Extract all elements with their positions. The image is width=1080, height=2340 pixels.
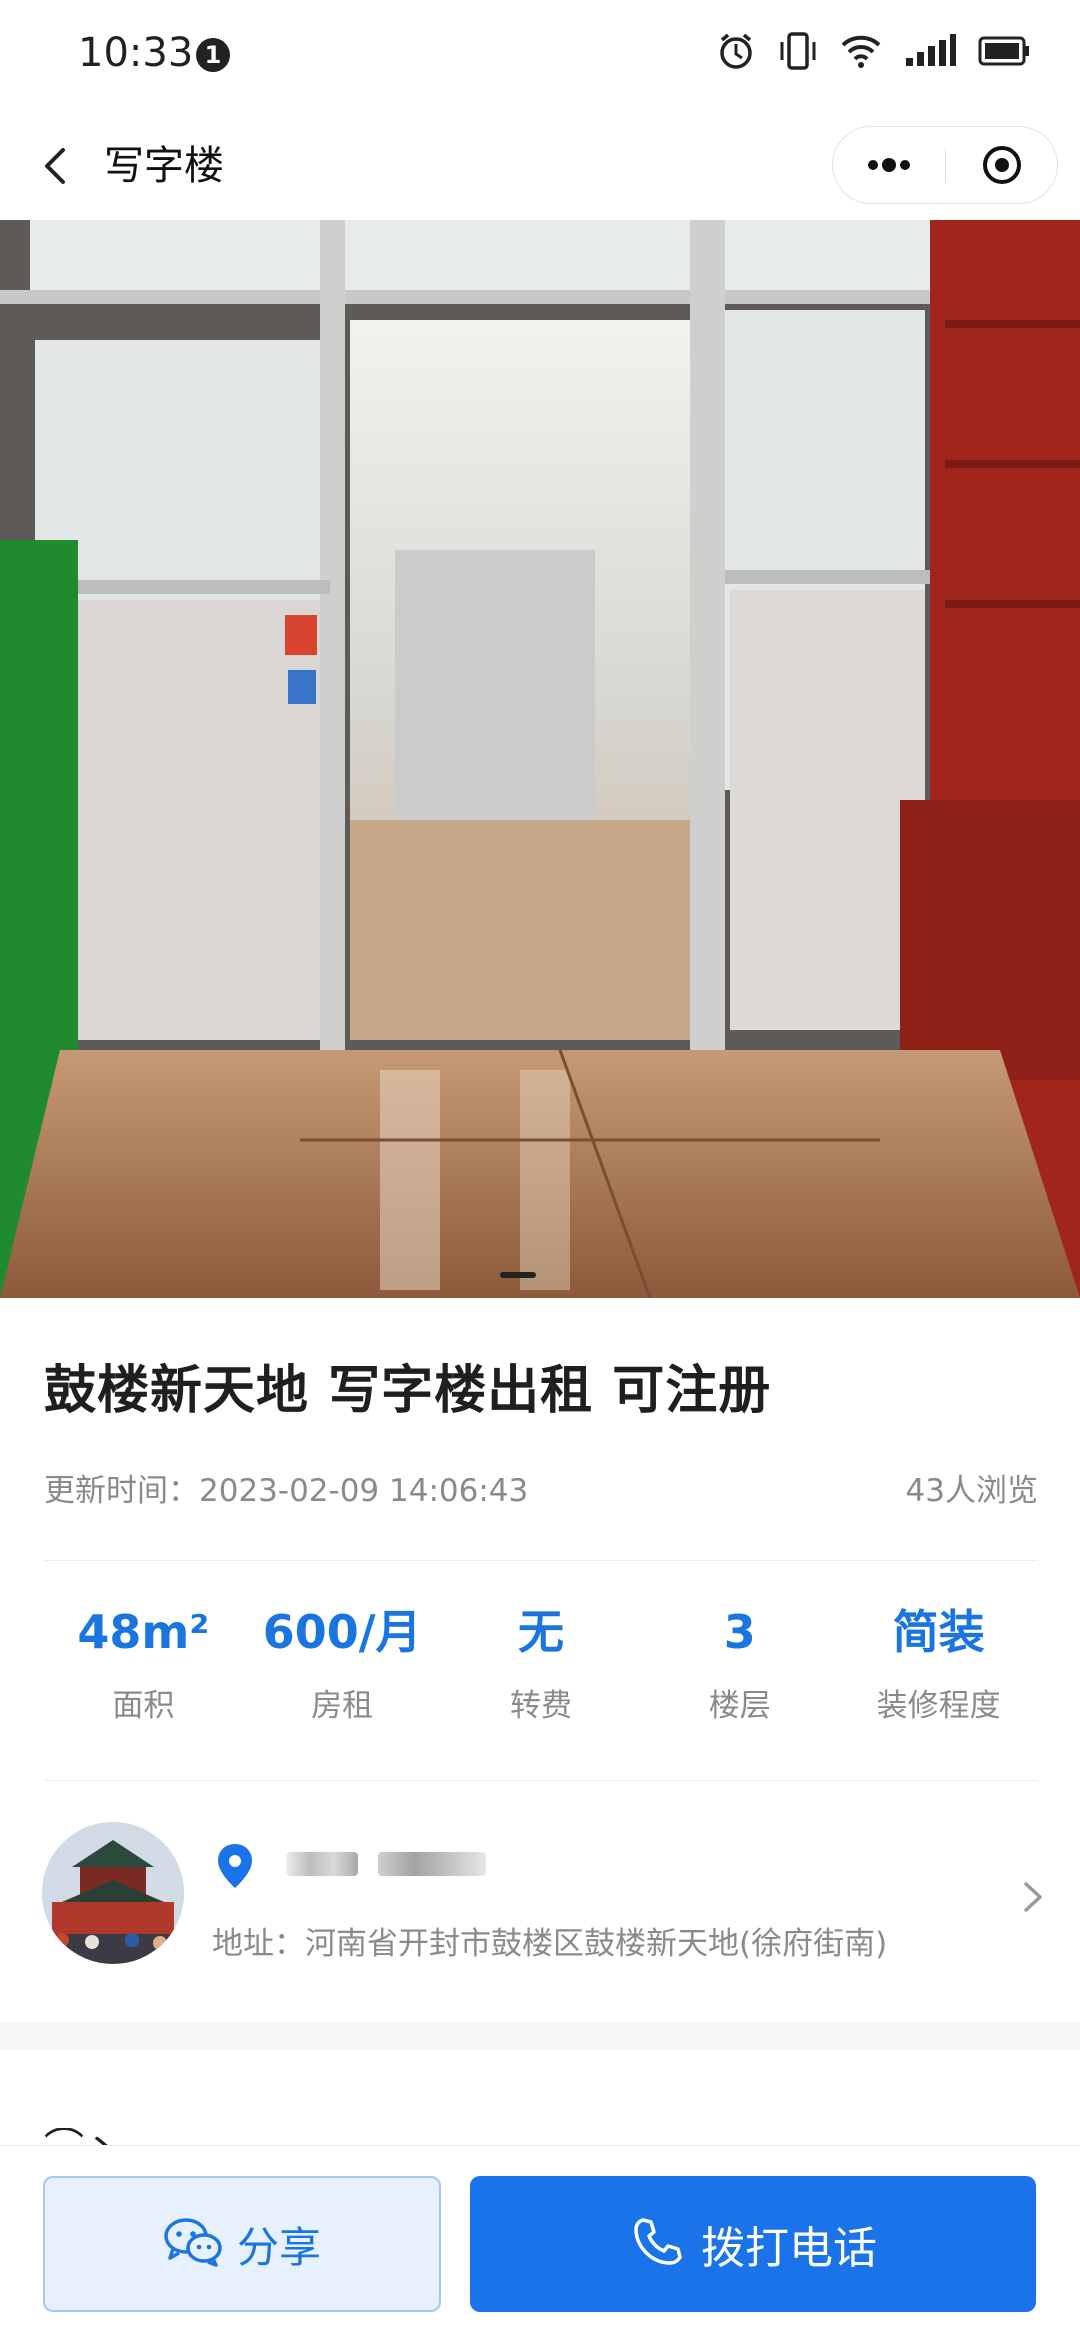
stat-value: 3 [723,1605,756,1659]
stat-rent: 600/月 房租 [243,1600,442,1750]
status-time: 10:33 [78,30,194,76]
wifi-icon [840,33,882,73]
phone-icon [629,2214,685,2274]
stat-value: 48m² [77,1605,210,1659]
location-pin-icon [215,1842,255,1890]
stat-decoration: 简装 装修程度 [839,1600,1038,1750]
miniprogram-capsule [832,126,1058,204]
status-icons [716,30,1030,76]
more-icon[interactable] [833,127,945,203]
location-card[interactable]: 地址：河南省开封市鼓楼区鼓楼新天地(徐府街南) [0,1780,1080,2020]
meta-row: 更新时间：2023-02-09 14:06:43 43人浏览 [44,1465,1038,1515]
stat-value: 简装 [892,1605,985,1659]
next-section-heading: ⌒丶 [44,2128,124,2146]
wechat-icon [163,2216,223,2272]
stat-label: 装修程度 [876,1688,1001,1724]
stat-label: 转费 [509,1688,572,1724]
status-bar: 10:33 1 [0,0,1080,110]
listing-photo[interactable] [0,220,1080,1298]
update-value: 2023-02-09 14:06:43 [199,1473,529,1509]
vibrate-icon [778,30,818,76]
call-label: 拨打电话 [701,2223,877,2274]
update-time: 更新时间：2023-02-09 14:06:43 [44,1465,528,1510]
chevron-right-icon [1016,1872,1050,1922]
share-label: 分享 [236,2222,321,2272]
photo-page-indicator [500,1272,536,1278]
stat-value: 无 [517,1605,564,1659]
close-target-icon[interactable] [946,127,1058,203]
page-title: 写字楼 [104,143,224,189]
location-thumbnail [42,1822,184,1964]
nav-bar: 写字楼 [0,110,1080,220]
battery-icon [978,36,1030,70]
stat-label: 房租 [311,1688,374,1724]
stat-label: 楼层 [708,1688,771,1724]
stat-value: 600/月 [262,1605,422,1659]
stats-row: 48m² 面积 600/月 房租 无 转费 3 楼层 简装 装修程度 [44,1600,1038,1750]
stat-floor: 3 楼层 [640,1600,839,1750]
alarm-icon [716,31,756,75]
divider [44,1560,1038,1561]
view-count: 43人浏览 [905,1473,1038,1509]
address-text: 地址：河南省开封市鼓楼区鼓楼新天地(徐府街南) [212,1926,888,1962]
stat-area: 48m² 面积 [44,1600,243,1750]
stat-label: 面积 [112,1688,175,1724]
listing-title: 鼓楼新天地 写字楼出租 可注册 [44,1361,772,1421]
share-button[interactable]: 分享 [43,2176,441,2312]
signal-icon [904,34,956,72]
call-button[interactable]: 拨打电话 [470,2176,1036,2312]
update-label: 更新时间： [44,1473,199,1509]
section-separator [0,2022,1080,2050]
stat-transfer-fee: 无 转费 [442,1600,641,1750]
notification-badge: 1 [196,38,230,72]
blurred-name [286,1852,486,1878]
bottom-action-bar: 分享 拨打电话 [0,2145,1080,2340]
back-icon[interactable] [30,138,86,194]
